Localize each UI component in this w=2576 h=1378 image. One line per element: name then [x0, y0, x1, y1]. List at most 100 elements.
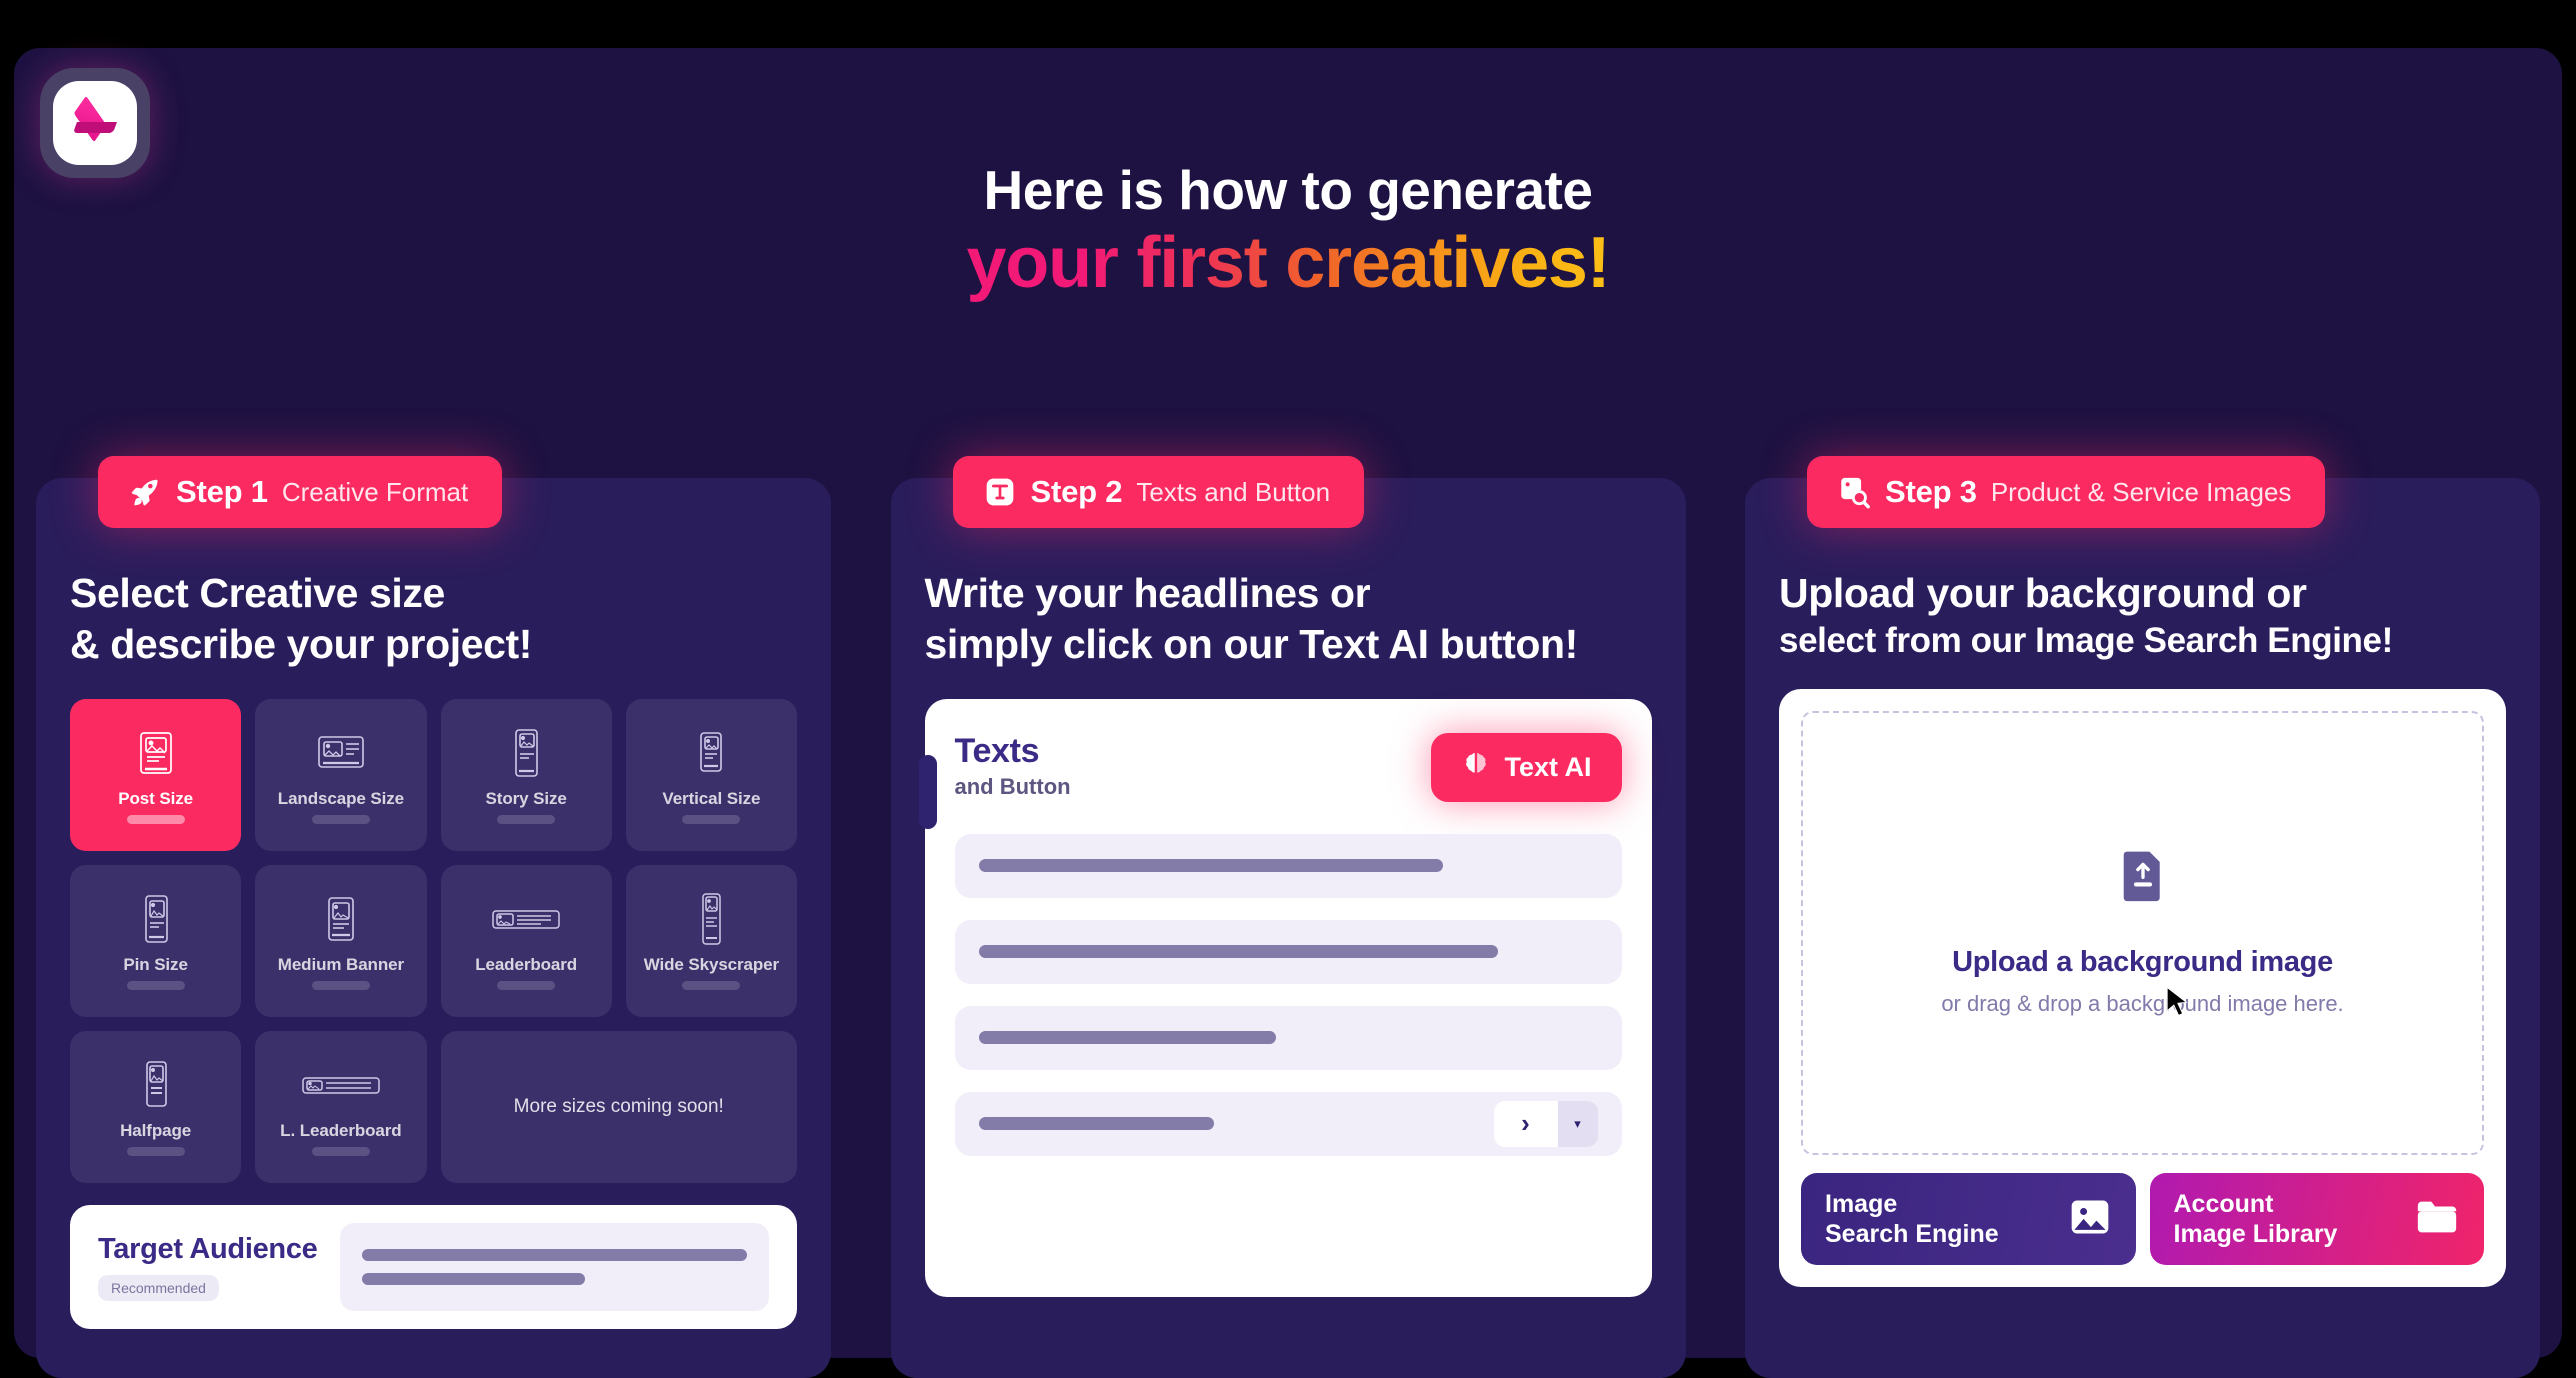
image-search-icon: [1837, 475, 1871, 509]
size-card-label: Story Size: [485, 789, 567, 808]
size-card-label: Landscape Size: [277, 789, 404, 808]
wide-skyscraper-icon: [698, 891, 724, 949]
size-card-halfpage[interactable]: Halfpage: [70, 1030, 242, 1183]
step-2-badge-subtitle: Texts and Button: [1136, 476, 1331, 507]
upload-card: Upload a background image or drag & drop…: [1779, 689, 2506, 1287]
text-row[interactable]: [954, 919, 1622, 984]
text-ai-label: Text AI: [1504, 751, 1592, 782]
brain-icon: [1461, 749, 1491, 786]
headline-line-1: Here is how to generate: [983, 159, 1593, 221]
medium-banner-icon: [324, 891, 358, 949]
texts-panel-heading-group: Texts and Button: [954, 733, 1071, 800]
coming-soon-label: More sizes coming soon!: [513, 1095, 724, 1117]
size-card-bar: [126, 981, 185, 990]
more-sizes-coming-soon: More sizes coming soon!: [440, 1030, 797, 1183]
text-row[interactable]: [954, 1005, 1622, 1070]
size-card-bar: [311, 981, 370, 990]
size-card-bar: [126, 815, 185, 824]
step-3-badge-number: Step 3: [1885, 474, 1977, 509]
background-dropzone[interactable]: Upload a background image or drag & drop…: [1801, 711, 2484, 1155]
step-3-panel: Upload your background or select from ou…: [1745, 478, 2540, 1378]
button-row-controls: › ▾: [1493, 1100, 1598, 1147]
step-1-badge[interactable]: Step 1 Creative Format: [98, 456, 503, 528]
size-card-leaderboard[interactable]: Leaderboard: [440, 864, 612, 1017]
creative-size-grid: Post Size Landscape Size Story Size Vert…: [70, 698, 797, 1183]
leaderboard-icon: [491, 891, 561, 949]
size-card-label: Leaderboard: [475, 955, 578, 974]
button-row[interactable]: › ▾: [954, 1091, 1622, 1156]
halfpage-icon: [141, 1057, 171, 1115]
picture-icon: [2068, 1195, 2112, 1244]
step-2-badge[interactable]: Step 2 Texts and Button: [952, 456, 1365, 528]
chevron-right-icon[interactable]: ›: [1493, 1100, 1558, 1147]
target-audience-left: Target Audience Recommended: [98, 1233, 318, 1301]
placeholder-bar: [978, 859, 1443, 872]
step-3-title-line-2: select from our Image Search Engine!: [1779, 621, 2393, 661]
step-2-title: Write your headlines or simply click on …: [925, 568, 1652, 671]
page-title: Here is how to generate your first creat…: [14, 159, 2562, 305]
size-card-landscape-size[interactable]: Landscape Size: [255, 698, 427, 851]
step-3-title-line-1: Upload your background or: [1779, 570, 2307, 616]
placeholder-bar: [978, 945, 1499, 958]
app-canvas: Here is how to generate your first creat…: [14, 48, 2562, 1378]
size-card-medium-banner[interactable]: Medium Banner: [255, 864, 427, 1017]
text-rows: › ▾: [954, 833, 1622, 1156]
button-line-1: Image: [1825, 1190, 1898, 1218]
vertical-size-icon: [696, 725, 726, 783]
folder-icon: [2414, 1197, 2460, 1242]
step-3-badge[interactable]: Step 3 Product & Service Images: [1807, 456, 2326, 528]
step-3-badge-subtitle: Product & Service Images: [1990, 476, 2292, 507]
account-image-library-label: Account Image Library: [2174, 1189, 2338, 1249]
button-line-2: Search Engine: [1825, 1220, 1999, 1248]
size-card-bar: [497, 815, 556, 824]
target-audience-title: Target Audience: [98, 1232, 318, 1265]
recommended-badge: Recommended: [98, 1274, 219, 1301]
image-source-buttons: Image Search Engine Account Image Librar…: [1801, 1173, 2484, 1265]
size-card-post-size[interactable]: Post Size: [70, 698, 242, 851]
size-card-bar: [311, 1147, 370, 1156]
step-2-panel: Write your headlines or simply click on …: [890, 478, 1686, 1378]
step-1-panel: Select Creative size & describe your pro…: [36, 478, 831, 1378]
step-3-title: Upload your background or select from ou…: [1779, 568, 2506, 663]
target-audience-card[interactable]: Target Audience Recommended: [70, 1204, 797, 1329]
size-card-label: Pin Size: [123, 955, 188, 974]
caret-down-icon[interactable]: ▾: [1557, 1100, 1598, 1147]
size-card-label: Vertical Size: [662, 789, 761, 808]
size-card-bar: [126, 1147, 185, 1156]
dropzone-title: Upload a background image: [1952, 946, 2333, 978]
size-card-wide-skyscraper[interactable]: Wide Skyscraper: [625, 864, 797, 1017]
texts-and-button-panel: Texts and Button Text AI › ▾: [918, 698, 1652, 1297]
step-column-1: Select Creative size & describe your pro…: [36, 456, 831, 1378]
text-row[interactable]: [954, 833, 1622, 898]
size-card-bar: [682, 815, 741, 824]
size-card-vertical-size[interactable]: Vertical Size: [625, 698, 797, 851]
rocket-icon: [128, 475, 162, 509]
l-leaderboard-icon: [301, 1057, 381, 1115]
size-card-pin-size[interactable]: Pin Size: [70, 864, 242, 1017]
size-card-story-size[interactable]: Story Size: [440, 698, 612, 851]
step-column-2: Write your headlines or simply click on …: [890, 456, 1686, 1378]
step-1-badge-number: Step 1: [176, 474, 268, 509]
size-card-bar: [311, 815, 370, 824]
step-1-title-line-2: & describe your project!: [70, 621, 533, 668]
button-line-1: Account: [2173, 1190, 2274, 1218]
text-ai-button[interactable]: Text AI: [1431, 732, 1622, 802]
landscape-size-icon: [316, 725, 366, 783]
size-card-label: L. Leaderboard: [280, 1121, 402, 1140]
size-card-label: Medium Banner: [277, 955, 404, 974]
size-card-label: Halfpage: [120, 1121, 192, 1140]
account-image-library-button[interactable]: Account Image Library: [2149, 1173, 2484, 1265]
steps-container: Select Creative size & describe your pro…: [14, 456, 2562, 1378]
placeholder-bar: [978, 1031, 1276, 1044]
text-box-icon: [983, 475, 1017, 509]
logo-inner: [53, 81, 137, 165]
size-card-label: Wide Skyscraper: [643, 955, 780, 974]
step-2-title-line-2: simply click on our Text AI button!: [924, 621, 1579, 668]
size-card-bar: [497, 981, 556, 990]
post-size-icon: [137, 725, 175, 783]
dropzone-subtitle: or drag & drop a background image here.: [1941, 991, 2344, 1016]
image-search-engine-button[interactable]: Image Search Engine: [1801, 1173, 2136, 1265]
target-audience-input[interactable]: [339, 1222, 769, 1311]
size-card-l-leaderboard[interactable]: L. Leaderboard: [255, 1030, 427, 1183]
texts-subheading: and Button: [954, 773, 1071, 799]
